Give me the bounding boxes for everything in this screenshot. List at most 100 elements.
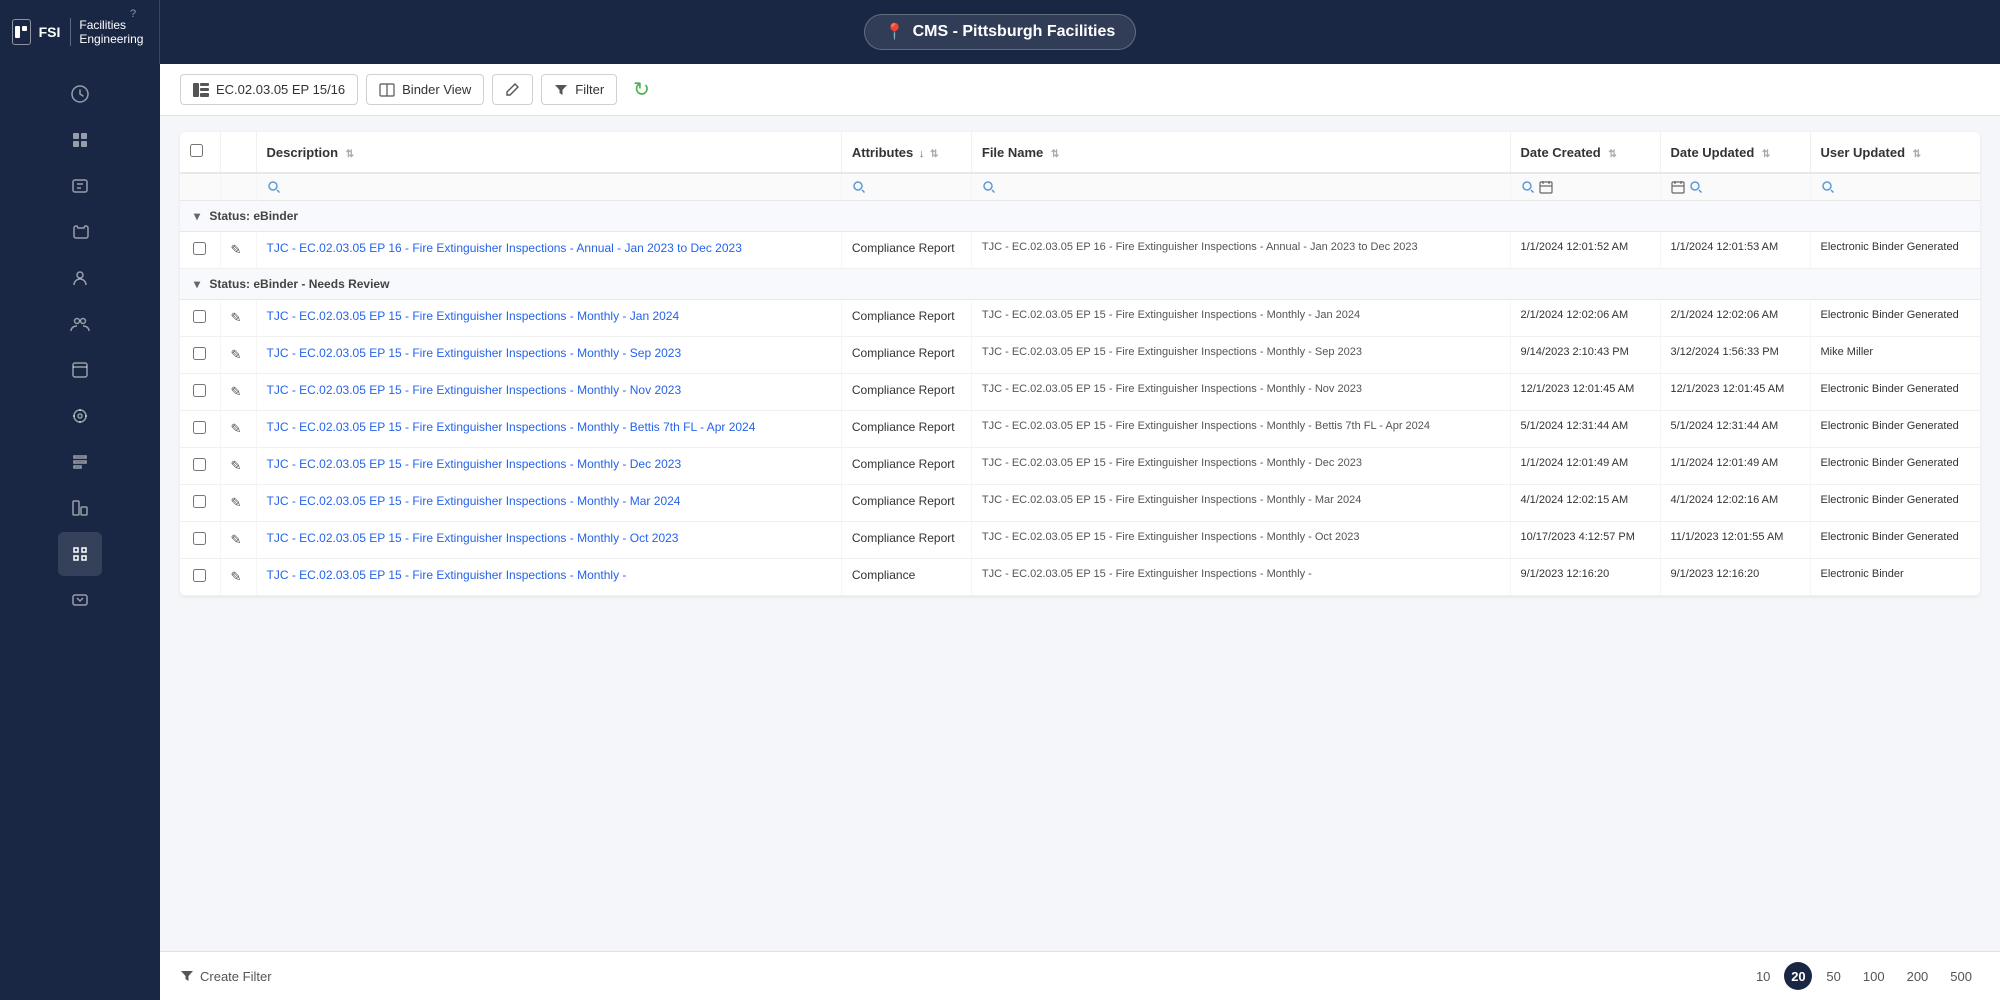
row-filename: TJC - EC.02.03.05 EP 15 - Fire Extinguis… <box>982 346 1362 358</box>
row-user-updated-cell: Electronic Binder <box>1810 559 1980 596</box>
row-date-updated-cell: 3/12/2024 1:56:33 PM <box>1660 337 1810 374</box>
row-checkbox[interactable] <box>193 384 206 397</box>
page-size-200[interactable]: 200 <box>1899 965 1937 988</box>
binder-view-button[interactable]: Binder View <box>366 74 484 105</box>
col-user-updated[interactable]: User Updated ⇅ <box>1810 132 1980 173</box>
description-search[interactable] <box>267 180 831 194</box>
row-user-updated: Mike Miller <box>1821 346 1874 358</box>
row-description[interactable]: TJC - EC.02.03.05 EP 15 - Fire Extinguis… <box>267 494 681 508</box>
col-attributes-label: Attributes <box>852 145 913 160</box>
row-filename: TJC - EC.02.03.05 EP 15 - Fire Extinguis… <box>982 531 1360 543</box>
group-label: Status: eBinder - Needs Review <box>209 277 389 291</box>
row-checkbox[interactable] <box>193 495 206 508</box>
row-checkbox-cell <box>180 522 220 559</box>
col-date-updated[interactable]: Date Updated ⇅ <box>1660 132 1810 173</box>
date-updated-filter[interactable] <box>1671 180 1800 194</box>
col-filename[interactable]: File Name ⇅ <box>971 132 1510 173</box>
group-collapse-icon[interactable]: ▾ <box>194 209 200 223</box>
sidebar-item-9[interactable] <box>58 440 102 484</box>
row-user-updated: Electronic Binder Generated <box>1821 531 1959 543</box>
row-user-updated: Electronic Binder Generated <box>1821 241 1959 253</box>
select-all-checkbox[interactable] <box>190 144 203 157</box>
sidebar-item-2[interactable] <box>58 118 102 162</box>
row-date-created-cell: 10/17/2023 4:12:57 PM <box>1510 522 1660 559</box>
row-checkbox[interactable] <box>193 310 206 323</box>
page-size-20-active[interactable]: 20 <box>1784 962 1812 990</box>
page-size-50[interactable]: 50 <box>1818 965 1848 988</box>
row-checkbox-cell <box>180 448 220 485</box>
sidebar-item-4[interactable] <box>58 210 102 254</box>
sidebar-item-1[interactable] <box>58 72 102 116</box>
search-icon-desc <box>267 180 281 194</box>
attributes-search[interactable] <box>852 180 961 194</box>
sidebar-item-5[interactable] <box>58 256 102 300</box>
row-description[interactable]: TJC - EC.02.03.05 EP 15 - Fire Extinguis… <box>267 420 756 434</box>
row-checkbox-cell <box>180 559 220 596</box>
row-checkbox-cell <box>180 232 220 269</box>
row-edit-icon[interactable]: ✎ <box>231 569 242 584</box>
edit-button[interactable] <box>492 74 533 105</box>
col-date-created[interactable]: Date Created ⇅ <box>1510 132 1660 173</box>
row-filename-cell: TJC - EC.02.03.05 EP 15 - Fire Extinguis… <box>971 411 1510 448</box>
create-filter-btn[interactable]: Create Filter <box>180 969 272 984</box>
sidebar-item-12[interactable] <box>58 578 102 622</box>
row-edit-cell: ✎ <box>220 559 256 596</box>
date-created-filter[interactable] <box>1521 180 1650 194</box>
sidebar-item-10[interactable] <box>58 486 102 530</box>
book-icon <box>379 83 395 97</box>
row-checkbox[interactable] <box>193 347 206 360</box>
filter-button[interactable]: Filter <box>541 74 617 105</box>
row-date-updated-cell: 1/1/2024 12:01:49 AM <box>1660 448 1810 485</box>
row-date-created-cell: 9/14/2023 2:10:43 PM <box>1510 337 1660 374</box>
row-description[interactable]: TJC - EC.02.03.05 EP 16 - Fire Extinguis… <box>267 241 742 255</box>
row-edit-icon[interactable]: ✎ <box>231 310 242 325</box>
row-description[interactable]: TJC - EC.02.03.05 EP 15 - Fire Extinguis… <box>267 568 627 582</box>
user-search[interactable] <box>1821 180 1971 194</box>
filename-search[interactable] <box>982 180 1500 194</box>
row-filename: TJC - EC.02.03.05 EP 15 - Fire Extinguis… <box>982 568 1312 580</box>
row-user-updated-cell: Mike Miller <box>1810 337 1980 374</box>
row-description[interactable]: TJC - EC.02.03.05 EP 15 - Fire Extinguis… <box>267 531 679 545</box>
sidebar-item-active[interactable] <box>58 532 102 576</box>
row-date-updated: 2/1/2024 12:02:06 AM <box>1671 309 1779 321</box>
sidebar-item-6[interactable] <box>58 302 102 346</box>
row-edit-icon[interactable]: ✎ <box>231 421 242 436</box>
row-description[interactable]: TJC - EC.02.03.05 EP 15 - Fire Extinguis… <box>267 383 682 397</box>
row-edit-icon[interactable]: ✎ <box>231 347 242 362</box>
row-date-created: 1/1/2024 12:01:49 AM <box>1521 457 1629 469</box>
col-attributes[interactable]: Attributes ↓ ⇅ <box>841 132 971 173</box>
sidebar-item-8[interactable] <box>58 394 102 438</box>
row-edit-icon[interactable]: ✎ <box>231 495 242 510</box>
row-checkbox[interactable] <box>193 242 206 255</box>
row-date-updated-cell: 2/1/2024 12:02:06 AM <box>1660 300 1810 337</box>
page-size-10[interactable]: 10 <box>1748 965 1778 988</box>
row-checkbox[interactable] <box>193 421 206 434</box>
group-collapse-icon[interactable]: ▾ <box>194 277 200 291</box>
calendar-icon-created[interactable] <box>1539 180 1553 194</box>
sidebar-item-7[interactable] <box>58 348 102 392</box>
row-filename-cell: TJC - EC.02.03.05 EP 15 - Fire Extinguis… <box>971 485 1510 522</box>
row-checkbox[interactable] <box>193 569 206 582</box>
row-edit-icon[interactable]: ✎ <box>231 242 242 257</box>
row-date-created: 1/1/2024 12:01:52 AM <box>1521 241 1629 253</box>
row-checkbox[interactable] <box>193 532 206 545</box>
refresh-button[interactable]: ↻ <box>625 76 658 104</box>
row-description[interactable]: TJC - EC.02.03.05 EP 15 - Fire Extinguis… <box>267 457 682 471</box>
row-checkbox[interactable] <box>193 458 206 471</box>
col-description[interactable]: Description ⇅ <box>256 132 841 173</box>
page-size-500[interactable]: 500 <box>1942 965 1980 988</box>
row-description[interactable]: TJC - EC.02.03.05 EP 15 - Fire Extinguis… <box>267 346 682 360</box>
row-user-updated-cell: Electronic Binder Generated <box>1810 522 1980 559</box>
row-edit-icon[interactable]: ✎ <box>231 458 242 473</box>
help-icon[interactable]: ? <box>130 8 136 20</box>
row-edit-icon[interactable]: ✎ <box>231 384 242 399</box>
row-description[interactable]: TJC - EC.02.03.05 EP 15 - Fire Extinguis… <box>267 309 680 323</box>
binder-selector-button[interactable]: EC.02.03.05 EP 15/16 <box>180 74 358 105</box>
page-size-100[interactable]: 100 <box>1855 965 1893 988</box>
row-date-created-cell: 5/1/2024 12:31:44 AM <box>1510 411 1660 448</box>
row-edit-icon[interactable]: ✎ <box>231 532 242 547</box>
calendar-icon-updated[interactable] <box>1671 180 1685 194</box>
row-date-updated: 11/1/2023 12:01:55 AM <box>1671 531 1784 543</box>
sidebar-item-3[interactable] <box>58 164 102 208</box>
row-edit-cell: ✎ <box>220 232 256 269</box>
